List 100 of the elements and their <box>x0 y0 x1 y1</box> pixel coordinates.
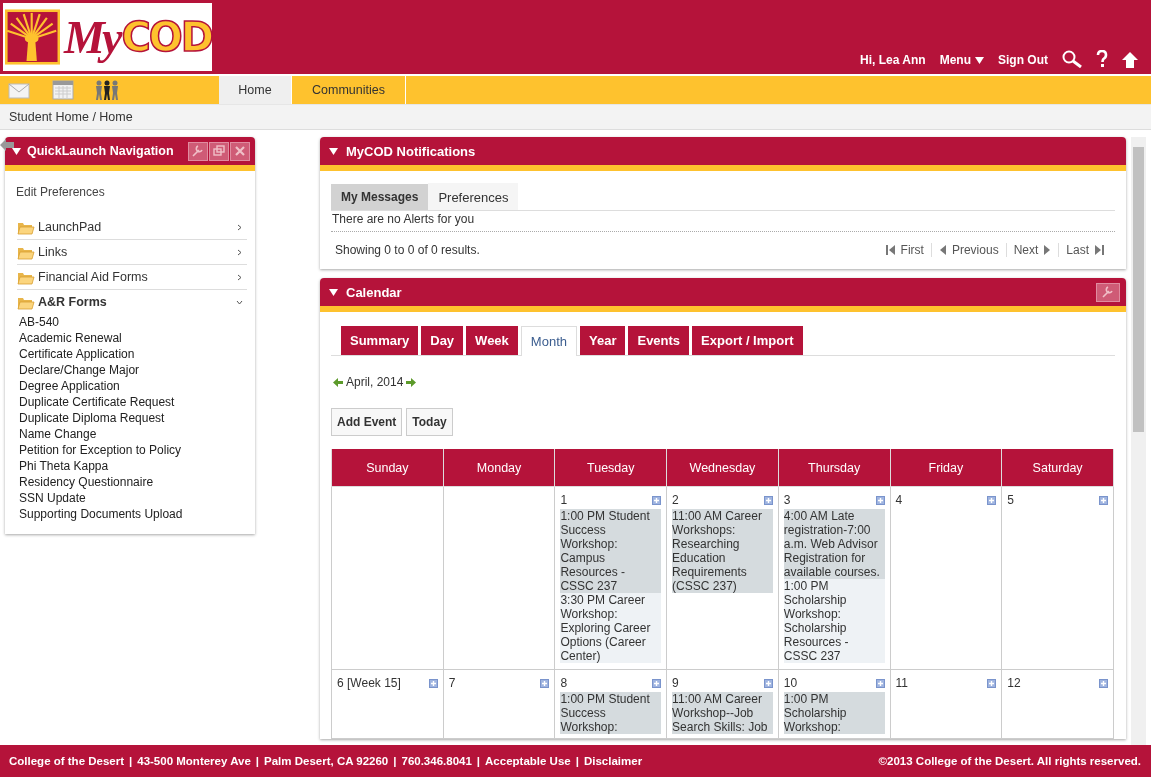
sign-out-link[interactable]: Sign Out <box>998 52 1048 68</box>
form-link[interactable]: Declare/Change Major <box>19 362 247 378</box>
date-number[interactable]: 3 <box>783 493 791 507</box>
calendar-event[interactable]: 11:00 AM Career Workshop--Job Search Skills: Job <box>672 692 773 734</box>
add-icon[interactable] <box>1099 678 1108 688</box>
date-number[interactable]: 9 <box>672 676 679 690</box>
collapse-icon[interactable] <box>329 147 338 155</box>
envelope-icon[interactable] <box>8 81 30 99</box>
search-icon[interactable] <box>1062 50 1082 68</box>
message-tab[interactable]: My Messages <box>331 184 429 210</box>
folder-item[interactable]: A&R Forms <box>17 290 247 314</box>
settings-button[interactable] <box>1096 282 1120 302</box>
form-link[interactable]: AB-540 <box>19 314 247 330</box>
calendar-event[interactable]: 11:00 AM Career Workshops: Researching Education Requirements (CSSC 237) <box>672 509 773 593</box>
form-link[interactable]: Degree Application <box>19 378 247 394</box>
calendar-tab[interactable]: Day <box>421 326 464 355</box>
pager-button[interactable]: Next <box>1005 243 1059 257</box>
restore-button[interactable] <box>209 141 229 161</box>
calendar-tab[interactable]: Year <box>580 326 626 355</box>
calendar-event[interactable]: 1:00 PM Scholarship Workshop: <box>783 692 885 734</box>
form-link[interactable]: SSN Update <box>19 490 247 506</box>
add-icon[interactable] <box>875 495 885 505</box>
add-icon[interactable] <box>987 495 997 505</box>
add-icon[interactable] <box>987 678 997 688</box>
calendar-button[interactable]: Add Event <box>331 408 403 436</box>
day-header: Thursday <box>778 449 890 487</box>
people-icon[interactable] <box>96 79 118 101</box>
settings-button[interactable] <box>188 141 208 161</box>
add-icon[interactable] <box>652 495 662 505</box>
nav-tab[interactable]: Communities <box>292 76 406 104</box>
previous-arrow-icon[interactable] <box>333 377 343 387</box>
message-tab[interactable]: Preferences <box>428 183 519 210</box>
calendar-button[interactable]: Today <box>406 408 453 436</box>
calendar-tab[interactable]: Summary <box>341 326 419 355</box>
nav-tab[interactable]: Home <box>219 76 292 104</box>
add-icon[interactable] <box>652 678 662 688</box>
date-number[interactable]: 10 <box>783 676 798 690</box>
date-number[interactable]: 12 <box>1007 676 1021 690</box>
add-icon[interactable] <box>763 678 773 688</box>
footer-item[interactable]: Palm Desert, CA 92260 <box>264 755 389 767</box>
folder-item[interactable]: Links <box>17 240 247 265</box>
portlet-title: QuickLaunch Navigation <box>27 144 174 158</box>
collapse-icon[interactable] <box>12 147 21 155</box>
date-number[interactable]: 11 <box>895 676 908 690</box>
date-number[interactable]: 8 <box>560 676 568 690</box>
add-icon[interactable] <box>763 495 773 505</box>
folder-item[interactable]: LaunchPad <box>17 215 247 240</box>
date-number[interactable]: 2 <box>672 493 679 507</box>
form-link[interactable]: Duplicate Certificate Request <box>19 394 247 410</box>
form-link[interactable]: Residency Questionnaire <box>19 474 247 490</box>
footer-item[interactable]: College of the Desert <box>9 755 125 767</box>
footer-item[interactable]: 43-500 Monterey Ave <box>137 755 251 767</box>
add-icon[interactable] <box>1099 495 1108 505</box>
pager-button[interactable]: Previous <box>930 243 1006 257</box>
separator: | <box>476 755 481 767</box>
add-icon[interactable] <box>540 678 550 688</box>
pager-button[interactable]: Last <box>1058 243 1111 257</box>
copyright-text: ©2013 College of the Desert. All rights reserved. <box>878 755 1141 767</box>
form-link[interactable]: Name Change <box>19 426 247 442</box>
menu-button[interactable]: Menu <box>939 52 984 68</box>
separator: | <box>255 755 260 767</box>
calendar-tab[interactable]: Week <box>466 326 518 355</box>
collapse-icon[interactable] <box>329 288 338 296</box>
footer-item[interactable]: Disclaimer <box>583 755 643 767</box>
calendar-tab[interactable]: Events <box>628 326 690 355</box>
calendar-event[interactable]: 1:00 PM Student Success Workshop: Campus Resources - CSSC 237 <box>560 509 662 593</box>
date-number[interactable]: 7 <box>448 676 456 690</box>
form-link[interactable]: Academic Renewal <box>19 330 247 346</box>
pager-button[interactable]: First <box>878 243 931 257</box>
edit-preferences-link[interactable]: Edit Preferences <box>16 185 247 199</box>
form-link[interactable]: Duplicate Diploma Request <box>19 410 247 426</box>
home-icon[interactable] <box>1122 52 1138 68</box>
close-button[interactable] <box>230 141 250 161</box>
calendar-event[interactable]: 1:00 PM Student Success Workshop: <box>560 692 662 734</box>
wrench-icon <box>190 143 206 159</box>
next-arrow-icon[interactable] <box>406 377 417 387</box>
calendar-event[interactable]: 3:30 PM Career Workshop: Exploring Career Options (Career Center) <box>560 593 662 663</box>
scrollbar[interactable] <box>1131 137 1146 745</box>
date-number[interactable]: 4 <box>895 493 903 507</box>
footer-item[interactable]: Acceptable Use <box>485 755 571 767</box>
form-link[interactable]: Petition for Exception to Policy <box>19 442 247 458</box>
footer-item[interactable]: 760.346.8041 <box>401 755 472 767</box>
add-icon[interactable] <box>875 678 885 688</box>
calendar-icon[interactable] <box>52 80 74 100</box>
date-number[interactable]: 6 [Week 15] <box>337 676 401 690</box>
add-icon[interactable] <box>428 678 438 688</box>
folder-item[interactable]: Financial Aid Forms <box>17 265 247 290</box>
help-icon[interactable] <box>1096 50 1108 68</box>
form-link[interactable]: Phi Theta Kappa <box>19 458 247 474</box>
form-link[interactable]: Certificate Application <box>19 346 247 362</box>
scroll-thumb[interactable] <box>1133 147 1144 432</box>
calendar-tab[interactable]: Export / Import <box>692 326 803 355</box>
calendar-event[interactable]: 1:00 PM Scholarship Workshop: Scholarship Resources - CSSC 237 <box>783 579 885 663</box>
calendar-tab[interactable]: Month <box>520 326 577 356</box>
date-number[interactable]: 1 <box>560 493 568 507</box>
greeting-text: Hi, Lea Ann <box>860 52 926 68</box>
calendar-event[interactable]: 4:00 AM Late registration-7:00 a.m. Web Advisor Registration for available courses. <box>783 509 885 579</box>
back-arrow-icon[interactable] <box>0 139 14 151</box>
form-link[interactable]: Supporting Documents Upload <box>19 506 247 522</box>
date-number[interactable]: 5 <box>1007 493 1014 507</box>
